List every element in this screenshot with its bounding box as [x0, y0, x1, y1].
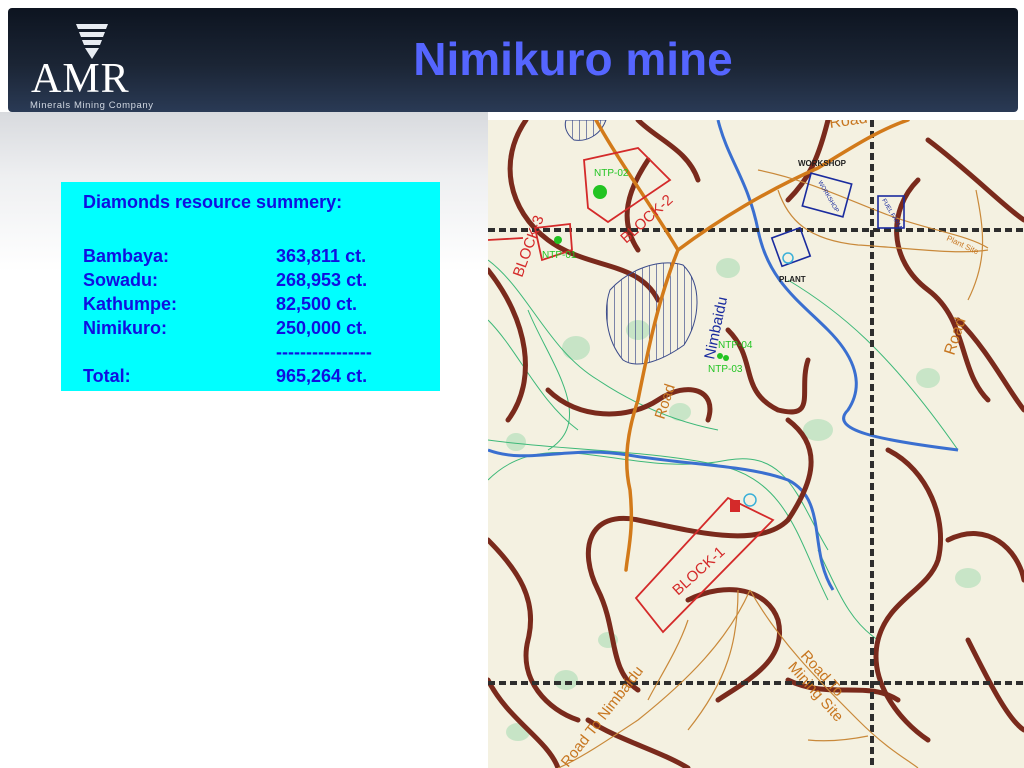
- row-label: Sowadu:: [83, 270, 158, 290]
- summary-row-kathumpe: Kathumpe: 82,500 ct.: [83, 292, 423, 316]
- drill-bit-icon: [76, 24, 108, 59]
- row-value: 82,500 ct.: [276, 294, 358, 314]
- label-plant: PLANT: [779, 275, 806, 284]
- row-value: 250,000 ct.: [276, 318, 368, 338]
- logo-tagline: Minerals Mining Company: [30, 100, 154, 111]
- label-ntp-01: NTP-01: [542, 250, 577, 261]
- block-1-marker: [730, 500, 740, 512]
- page-title: Nimikuro mine: [413, 33, 733, 85]
- label-ntp-04: NTP-04: [718, 340, 753, 351]
- summary-row-nimikuro: Nimikuro: 250,000 ct.: [83, 316, 423, 340]
- row-label: Kathumpe:: [83, 294, 177, 314]
- summary-row-total: Total: 965,264 ct.: [83, 364, 423, 388]
- summary-rows: Bambaya: 363,811 ct. Sowadu: 268,953 ct.…: [83, 244, 423, 388]
- logo-wordmark: AMR: [31, 56, 130, 102]
- row-label: Bambaya:: [83, 246, 170, 266]
- label-ntp-03: NTP-03: [708, 364, 743, 375]
- summary-heading: Diamonds resource summery:: [83, 192, 343, 212]
- row-value: 268,953 ct.: [276, 270, 368, 290]
- company-logo: AMR Minerals Mining Company: [28, 20, 168, 111]
- row-label: Nimikuro:: [83, 318, 168, 338]
- header-bar: AMR Minerals Mining Company Nimikuro min…: [8, 8, 1018, 112]
- summary-row-sowadu: Sowadu: 268,953 ct.: [83, 268, 423, 292]
- site-map: Road Road Road WORKSHOP WORKSHOP FUEL FA…: [488, 120, 1024, 768]
- row-value: 965,264 ct.: [276, 366, 368, 386]
- summary-row-separator: ----------------: [83, 340, 423, 364]
- row-value: 363,811 ct.: [276, 246, 367, 266]
- label-ntp-02: NTP-02: [594, 168, 629, 179]
- resource-summary-panel: Diamonds resource summery: Bambaya: 363,…: [61, 182, 440, 391]
- label-workshop: WORKSHOP: [798, 159, 847, 168]
- summary-row-bambaya: Bambaya: 363,811 ct.: [83, 244, 423, 268]
- row-label: Total:: [83, 366, 131, 386]
- separator-line: ----------------: [276, 342, 372, 362]
